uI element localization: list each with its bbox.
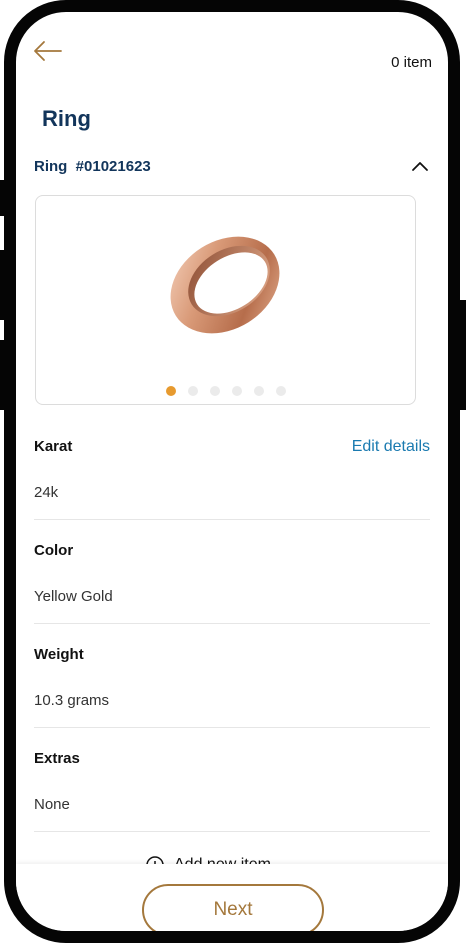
top-bar: 0 item bbox=[16, 12, 448, 102]
field-value: None bbox=[34, 796, 70, 813]
divider bbox=[34, 519, 430, 520]
phone-frame: 0 item Ring Ring #01021623 Karat Edit de… bbox=[4, 0, 460, 943]
field-label: Color bbox=[34, 542, 74, 559]
divider bbox=[34, 727, 430, 728]
field-label: Weight bbox=[34, 646, 84, 663]
image-gallery[interactable] bbox=[35, 195, 416, 405]
field-color: Color Yellow Gold bbox=[34, 542, 430, 624]
page-title: Ring bbox=[42, 106, 91, 131]
field-value: Yellow Gold bbox=[34, 588, 113, 605]
side-button-power bbox=[460, 300, 466, 410]
field-value: 24k bbox=[34, 484, 59, 501]
edit-details-link[interactable]: Edit details bbox=[352, 438, 430, 456]
field-label: Extras bbox=[34, 750, 80, 767]
ring-name: Ring bbox=[34, 158, 68, 175]
item-count: 0 item bbox=[391, 54, 432, 71]
chevron-up-icon[interactable] bbox=[410, 156, 430, 176]
ring-id: #01021623 bbox=[75, 158, 151, 175]
pagination-dot[interactable] bbox=[275, 386, 286, 396]
gallery-pagination bbox=[36, 386, 415, 396]
pagination-dot[interactable] bbox=[253, 386, 264, 396]
pagination-dot[interactable] bbox=[231, 386, 242, 396]
screen: 0 item Ring Ring #01021623 Karat Edit de… bbox=[16, 12, 448, 931]
field-karat: Karat Edit details 24k bbox=[34, 438, 430, 520]
field-weight: Weight 10.3 grams bbox=[34, 646, 430, 728]
bottom-action-bar: Next bbox=[16, 864, 448, 931]
next-button[interactable]: Next bbox=[142, 884, 324, 931]
ring-section-header[interactable]: Ring #01021623 bbox=[34, 156, 430, 180]
field-extras: Extras None bbox=[34, 750, 430, 832]
pagination-dot[interactable] bbox=[165, 386, 176, 396]
divider bbox=[34, 831, 430, 832]
pagination-dot[interactable] bbox=[209, 386, 220, 396]
ring-image bbox=[161, 221, 291, 341]
ring-title: Ring #01021623 bbox=[34, 158, 151, 175]
field-value: 10.3 grams bbox=[34, 692, 110, 709]
arrow-left-icon[interactable] bbox=[32, 40, 62, 62]
divider bbox=[34, 623, 430, 624]
pagination-dot[interactable] bbox=[187, 386, 198, 396]
